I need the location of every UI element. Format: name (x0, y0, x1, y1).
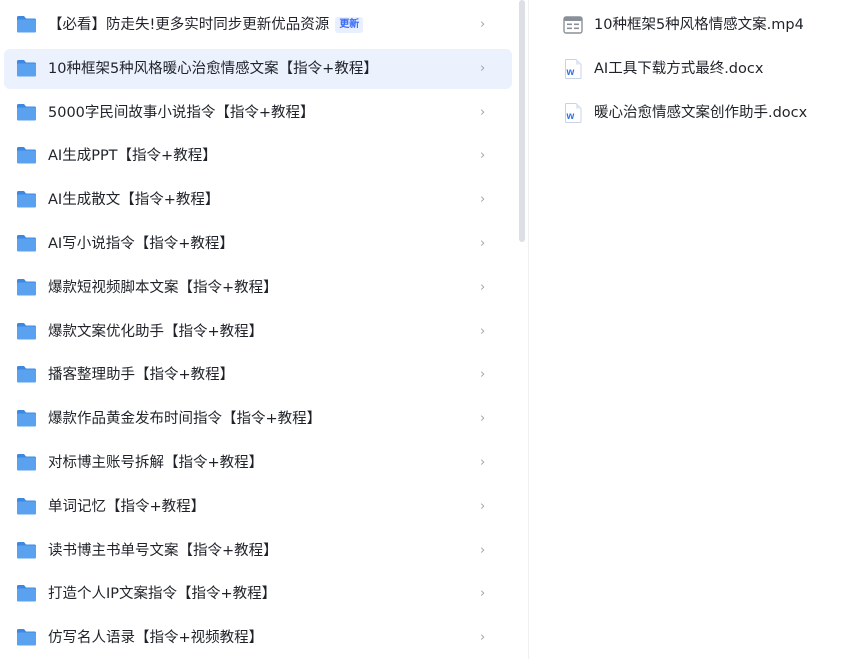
folder-item[interactable]: AI写小说指令【指令+教程】 › (4, 224, 512, 264)
folder-label-text: 打造个人IP文案指令【指令+教程】 (48, 586, 277, 603)
folder-label: AI写小说指令【指令+教程】 (48, 224, 234, 264)
folder-icon (16, 364, 37, 384)
folder-icon (16, 452, 37, 472)
pane-divider (528, 0, 529, 659)
folder-icon (16, 145, 37, 165)
folder-label-text: 对标博主账号拆解【指令+教程】 (48, 455, 264, 471)
folder-label: 仿写名人语录【指令+视频教程】 (48, 618, 263, 658)
folder-list: 【必看】防走失!更多实时同步更新优品资源 更新 › 10种框架5种风格暖心治愈情感文案… (0, 0, 514, 659)
chevron-right-icon: › (480, 60, 486, 76)
folder-icon (16, 233, 37, 253)
folder-item[interactable]: 打造个人IP文案指令【指令+教程】 › (4, 574, 512, 614)
folder-item[interactable]: 播客整理助手【指令+教程】 › (4, 355, 512, 395)
chevron-right-icon: › (480, 323, 486, 339)
folder-label-text: 仿写名人语录【指令+视频教程】 (48, 630, 264, 647)
folder-icon (16, 14, 37, 34)
file-item[interactable]: w 暖心治愈情感文案创作助手.docx (550, 93, 850, 133)
folder-item[interactable]: 仿写名人语录【指令+视频教程】 › (4, 618, 512, 658)
folder-label-text: 爆款文案优化助手【指令+教程】 (48, 323, 264, 340)
folder-icon (16, 627, 37, 647)
folder-item[interactable]: AI生成散文【指令+教程】 › (4, 180, 512, 220)
folder-label: 对标博主账号拆解【指令+教程】 (48, 443, 263, 483)
word-file-icon: w (562, 102, 584, 124)
folder-label-text: AI生成PPT【指令+教程】 (48, 148, 217, 165)
chevron-right-icon: › (480, 630, 486, 646)
folder-label: 打造个人IP文案指令【指令+教程】 (48, 574, 276, 614)
folder-label-text: AI写小说指令【指令+教程】 (48, 236, 234, 252)
folder-icon (16, 583, 37, 603)
folder-list-scrollbar-thumb[interactable] (519, 0, 525, 242)
folder-item[interactable]: 对标博主账号拆解【指令+教程】 › (4, 443, 512, 483)
video-file-icon (562, 14, 584, 36)
file-name: 暖心治愈情感文案创作助手.docx (594, 104, 808, 121)
chevron-right-icon: › (480, 498, 486, 514)
folder-label: 10种框架5种风格暖心治愈情感文案【指令+教程】 (48, 49, 378, 89)
file-name: 10种框架5种风格情感文案.mp4 (594, 17, 804, 33)
folder-icon (16, 102, 37, 122)
folder-label-text: 读书博主书单号文案【指令+教程】 (48, 542, 278, 559)
chevron-right-icon: › (480, 17, 486, 32)
update-badge: 更新 (335, 17, 364, 33)
chevron-right-icon: › (480, 542, 486, 558)
folder-label: 爆款文案优化助手【指令+教程】 (48, 312, 263, 352)
folder-icon (16, 277, 37, 297)
svg-text:w: w (566, 111, 575, 122)
file-name: AI工具下载方式最终.docx (594, 60, 764, 77)
folder-item[interactable]: 爆款文案优化助手【指令+教程】 › (4, 312, 512, 352)
file-item[interactable]: w AI工具下载方式最终.docx (550, 49, 850, 89)
folder-label-text: 10种框架5种风格暖心治愈情感文案【指令+教程】 (48, 60, 378, 77)
chevron-right-icon: › (480, 192, 486, 208)
folder-label-text: 单词记忆【指令+教程】 (48, 498, 206, 515)
folder-item[interactable]: 5000字民间故事小说指令【指令+教程】 › (4, 93, 512, 133)
file-list: 10种框架5种风格情感文案.mp4 w AI工具下载方式最终.docx w 暖心治愈情感… (530, 0, 850, 659)
folder-label: AI生成散文【指令+教程】 (48, 180, 219, 220)
folder-icon (16, 496, 37, 516)
folder-icon (16, 321, 37, 341)
folder-icon (16, 189, 37, 209)
folder-label-text: 爆款短视频脚本文案【指令+教程】 (48, 279, 278, 296)
folder-label-text: 爆款作品黄金发布时间指令【指令+教程】 (48, 411, 322, 428)
folder-icon (16, 408, 37, 428)
svg-text:w: w (566, 67, 575, 78)
folder-item[interactable]: 单词记忆【指令+教程】 › (4, 487, 512, 527)
folder-item[interactable]: AI生成PPT【指令+教程】 › (4, 136, 512, 176)
folder-icon (16, 58, 37, 78)
folder-label-text: 【必看】防走失!更多实时同步更新优品资源 (48, 17, 330, 33)
folder-label: 播客整理助手【指令+教程】 (48, 355, 234, 395)
folder-label-text: 播客整理助手【指令+教程】 (48, 367, 235, 384)
folder-label: 读书博主书单号文案【指令+教程】 (48, 531, 278, 571)
file-browser: 【必看】防走失!更多实时同步更新优品资源 更新 › 10种框架5种风格暖心治愈情感文案… (0, 0, 850, 659)
chevron-right-icon: › (480, 279, 486, 295)
chevron-right-icon: › (480, 586, 486, 602)
chevron-right-icon: › (480, 148, 486, 164)
folder-label-text: AI生成散文【指令+教程】 (48, 192, 220, 209)
folder-label: 5000字民间故事小说指令【指令+教程】 (48, 93, 315, 133)
word-file-icon: w (562, 58, 584, 80)
folder-label: 单词记忆【指令+教程】 (48, 487, 205, 527)
folder-icon (16, 540, 37, 560)
chevron-right-icon: › (480, 367, 486, 383)
folder-item[interactable]: 【必看】防走失!更多实时同步更新优品资源 更新 › (4, 5, 512, 45)
folder-label: 【必看】防走失!更多实时同步更新优品资源 更新 (48, 5, 364, 45)
file-item[interactable]: 10种框架5种风格情感文案.mp4 (550, 5, 850, 45)
chevron-right-icon: › (480, 455, 486, 470)
chevron-right-icon: › (480, 411, 486, 427)
folder-label-text: 5000字民间故事小说指令【指令+教程】 (48, 104, 315, 121)
folder-label: 爆款短视频脚本文案【指令+教程】 (48, 268, 278, 308)
folder-item[interactable]: 读书博主书单号文案【指令+教程】 › (4, 531, 512, 571)
folder-item[interactable]: 爆款短视频脚本文案【指令+教程】 › (4, 268, 512, 308)
chevron-right-icon: › (480, 104, 486, 120)
chevron-right-icon: › (480, 236, 486, 251)
folder-item[interactable]: 爆款作品黄金发布时间指令【指令+教程】 › (4, 399, 512, 439)
folder-label: AI生成PPT【指令+教程】 (48, 136, 217, 176)
folder-label: 爆款作品黄金发布时间指令【指令+教程】 (48, 399, 321, 439)
folder-item[interactable]: 10种框架5种风格暖心治愈情感文案【指令+教程】 › (4, 48, 512, 89)
